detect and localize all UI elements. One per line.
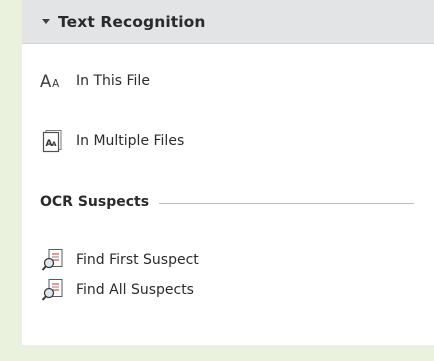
find-suspect-icon (40, 247, 66, 273)
ocr-suspects-title: OCR Suspects (40, 194, 150, 210)
in-this-file-label: In This File (76, 73, 150, 89)
section-header-text-recognition[interactable]: Text Recognition (22, 0, 434, 44)
text-size-icon: A A (40, 68, 66, 94)
svg-text:A: A (40, 72, 52, 91)
svg-text:A: A (52, 140, 57, 148)
find-all-suspects-label: Find All Suspects (76, 282, 194, 298)
svg-text:A: A (52, 78, 60, 90)
section-title: Text Recognition (58, 12, 206, 31)
find-first-suspect-button[interactable]: Find First Suspect (34, 243, 314, 277)
find-first-suspect-label: Find First Suspect (76, 252, 199, 268)
ocr-suspects-heading: OCR Suspects (40, 190, 414, 214)
tools-panel: Text Recognition A A In This File A A In… (22, 0, 434, 345)
find-suspects-icon (40, 277, 66, 303)
document-text-icon: A A (40, 128, 66, 154)
heading-divider (159, 202, 414, 204)
in-multiple-files-button[interactable]: A A In Multiple Files (34, 124, 314, 158)
in-this-file-button[interactable]: A A In This File (34, 64, 314, 98)
find-all-suspects-button[interactable]: Find All Suspects (34, 273, 314, 307)
in-multiple-files-label: In Multiple Files (76, 133, 185, 149)
collapse-triangle-icon[interactable] (42, 19, 50, 24)
